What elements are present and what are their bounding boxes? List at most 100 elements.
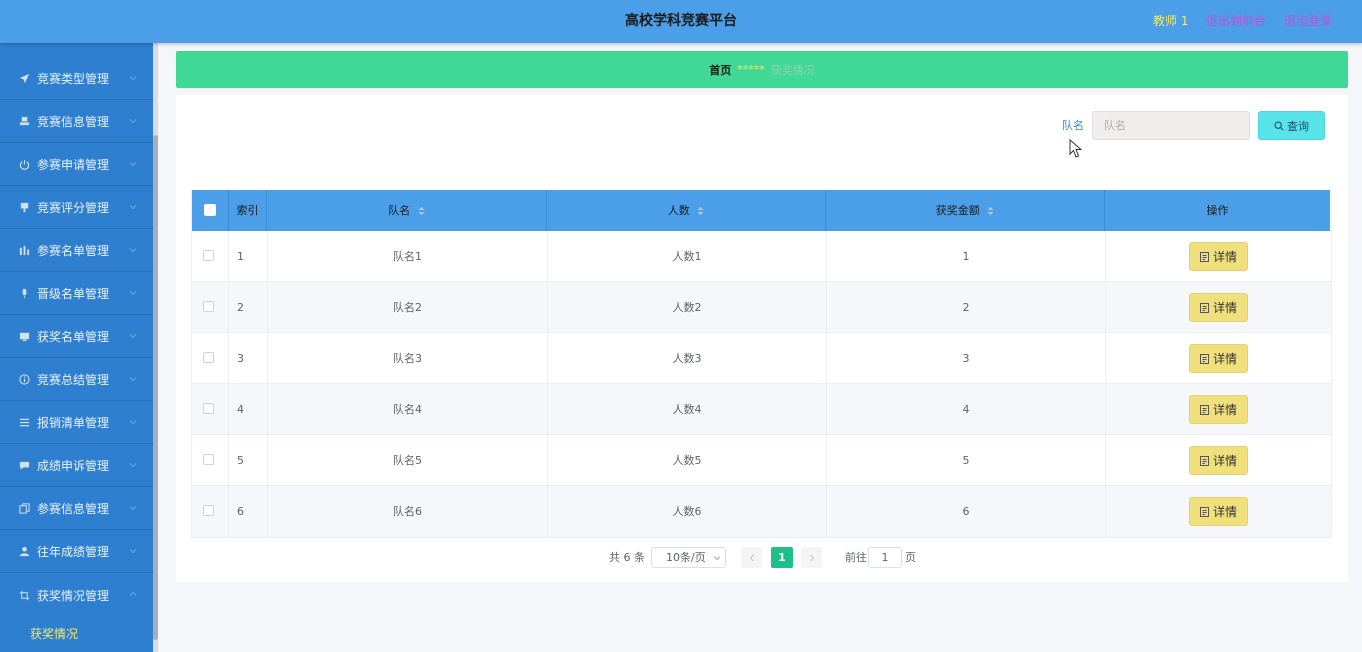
monitor-icon bbox=[18, 331, 30, 343]
sidebar: 竞赛类型管理 竞赛信息管理 参赛申请管理 竞赛评分管理 参赛名单管理 晋级名单管… bbox=[0, 43, 153, 652]
cell-index: 4 bbox=[229, 384, 268, 435]
detail-button[interactable]: 详情 bbox=[1189, 446, 1248, 475]
sidebar-item-scoring[interactable]: 竞赛评分管理 bbox=[0, 187, 153, 229]
prev-page-button[interactable] bbox=[741, 547, 762, 568]
logout-link[interactable]: 退出登录 bbox=[1284, 0, 1332, 43]
cell-amount: 5 bbox=[827, 435, 1106, 486]
cell-amount: 3 bbox=[827, 333, 1106, 384]
sidebar-item-participant-list[interactable]: 参赛名单管理 bbox=[0, 230, 153, 272]
sidebar-item-promotion-list[interactable]: 晋级名单管理 bbox=[0, 273, 153, 315]
sort-icon[interactable] bbox=[697, 206, 704, 216]
document-icon bbox=[1199, 404, 1209, 415]
cell-people: 人数6 bbox=[548, 486, 827, 537]
column-header-label: 队名 bbox=[388, 204, 411, 217]
cell-people: 人数2 bbox=[548, 282, 827, 333]
user-icon bbox=[18, 546, 30, 558]
sidebar-item-label: 竞赛类型管理 bbox=[37, 72, 110, 86]
chevron-down-icon bbox=[129, 463, 137, 468]
chevron-down-icon bbox=[129, 248, 137, 253]
row-checkbox[interactable] bbox=[203, 250, 214, 261]
sidebar-item-past-scores[interactable]: 往年成绩管理 bbox=[0, 531, 153, 573]
table-header: 索引 队名 人数 获奖金额 操作 bbox=[192, 190, 1330, 231]
sidebar-item-label: 获奖名单管理 bbox=[37, 330, 110, 344]
column-header-index: 索引 bbox=[229, 190, 267, 231]
column-header-team[interactable]: 队名 bbox=[267, 190, 547, 231]
team-name-search-input[interactable] bbox=[1092, 111, 1250, 140]
sort-icon[interactable] bbox=[987, 206, 994, 216]
chevron-down-icon bbox=[129, 549, 137, 554]
detail-button[interactable]: 详情 bbox=[1189, 497, 1248, 526]
table-row: 1 队名1 人数1 1 详情 bbox=[192, 231, 1331, 282]
microphone-icon bbox=[18, 288, 30, 300]
sort-icon[interactable] bbox=[418, 206, 425, 216]
page-suffix-label: 页 bbox=[905, 551, 916, 564]
sidebar-item-competition-type[interactable]: 竞赛类型管理 bbox=[0, 58, 153, 100]
table-row: 3 队名3 人数3 3 详情 bbox=[192, 333, 1331, 384]
sidebar-item-reimbursement[interactable]: 报销清单管理 bbox=[0, 402, 153, 444]
document-icon bbox=[1199, 353, 1209, 364]
breadcrumb: 首页 ***** 获奖情况 bbox=[176, 51, 1348, 88]
pagination-total: 共 6 条 bbox=[609, 551, 645, 564]
cell-team: 队名2 bbox=[268, 282, 548, 333]
cell-people: 人数3 bbox=[548, 333, 827, 384]
menu-icon bbox=[18, 417, 30, 429]
row-checkbox[interactable] bbox=[203, 403, 214, 414]
sidebar-item-application[interactable]: 参赛申请管理 bbox=[0, 144, 153, 186]
chevron-left-icon bbox=[749, 554, 754, 561]
page-number-current[interactable]: 1 bbox=[771, 547, 793, 568]
current-user[interactable]: 教师 1 bbox=[1153, 0, 1188, 43]
row-checkbox[interactable] bbox=[203, 505, 214, 516]
cell-team: 队名1 bbox=[268, 231, 548, 282]
cell-amount: 1 bbox=[827, 231, 1106, 282]
cell-amount: 2 bbox=[827, 282, 1106, 333]
sidebar-item-participant-info[interactable]: 参赛信息管理 bbox=[0, 488, 153, 530]
row-checkbox[interactable] bbox=[203, 352, 214, 363]
document-icon bbox=[1199, 506, 1209, 517]
column-header-people[interactable]: 人数 bbox=[547, 190, 826, 231]
row-checkbox[interactable] bbox=[203, 454, 214, 465]
column-header-amount[interactable]: 获奖金额 bbox=[826, 190, 1105, 231]
chevron-down-icon bbox=[129, 506, 137, 511]
breadcrumb-home[interactable]: 首页 bbox=[709, 62, 731, 78]
detail-button[interactable]: 详情 bbox=[1189, 344, 1248, 373]
sidebar-scrollbar-thumb[interactable] bbox=[153, 135, 158, 640]
row-checkbox[interactable] bbox=[203, 301, 214, 312]
next-page-button[interactable] bbox=[801, 547, 822, 568]
table-row: 4 队名4 人数4 4 详情 bbox=[192, 384, 1331, 435]
select-all-cell bbox=[192, 190, 229, 231]
table-row: 5 队名5 人数5 5 详情 bbox=[192, 435, 1331, 486]
cell-amount: 4 bbox=[827, 384, 1106, 435]
search-label: 队名 bbox=[1062, 119, 1084, 132]
detail-button-label: 详情 bbox=[1212, 453, 1237, 468]
cell-amount: 6 bbox=[827, 486, 1106, 537]
sidebar-item-summary[interactable]: 竞赛总结管理 bbox=[0, 359, 153, 401]
sidebar-item-awards[interactable]: 获奖情况管理 bbox=[0, 574, 153, 616]
cell-index: 2 bbox=[229, 282, 268, 333]
chevron-down-icon bbox=[129, 119, 137, 124]
sidebar-item-award-list[interactable]: 获奖名单管理 bbox=[0, 316, 153, 358]
search-button[interactable]: 查询 bbox=[1258, 111, 1325, 140]
sidebar-subitem-awards[interactable]: 获奖情况 bbox=[0, 614, 153, 652]
send-icon bbox=[18, 73, 30, 85]
goto-page-input[interactable] bbox=[868, 547, 902, 568]
select-all-checkbox[interactable] bbox=[204, 204, 216, 216]
detail-button[interactable]: 详情 bbox=[1189, 395, 1248, 424]
column-header-actions: 操作 bbox=[1206, 204, 1229, 217]
chevron-down-icon bbox=[713, 556, 721, 561]
detail-button[interactable]: 详情 bbox=[1189, 293, 1248, 322]
chevron-down-icon bbox=[129, 205, 137, 210]
cell-index: 6 bbox=[229, 486, 268, 537]
page-size-select[interactable]: 10条/页 bbox=[651, 547, 726, 568]
info-icon bbox=[18, 374, 30, 386]
sidebar-item-label: 成绩申诉管理 bbox=[37, 459, 110, 473]
back-to-front-link[interactable]: 退出到前台 bbox=[1206, 0, 1266, 43]
sidebar-item-label: 竞赛评分管理 bbox=[37, 201, 110, 215]
breadcrumb-current: 获奖情况 bbox=[770, 63, 815, 77]
chevron-right-icon bbox=[809, 554, 814, 561]
sidebar-item-label: 参赛申请管理 bbox=[37, 158, 110, 172]
table-row: 2 队名2 人数2 2 详情 bbox=[192, 282, 1331, 333]
sidebar-item-appeal[interactable]: 成绩申诉管理 bbox=[0, 445, 153, 487]
detail-button[interactable]: 详情 bbox=[1189, 242, 1248, 271]
sidebar-item-label: 获奖情况管理 bbox=[37, 588, 110, 603]
sidebar-item-competition-info[interactable]: 竞赛信息管理 bbox=[0, 101, 153, 143]
